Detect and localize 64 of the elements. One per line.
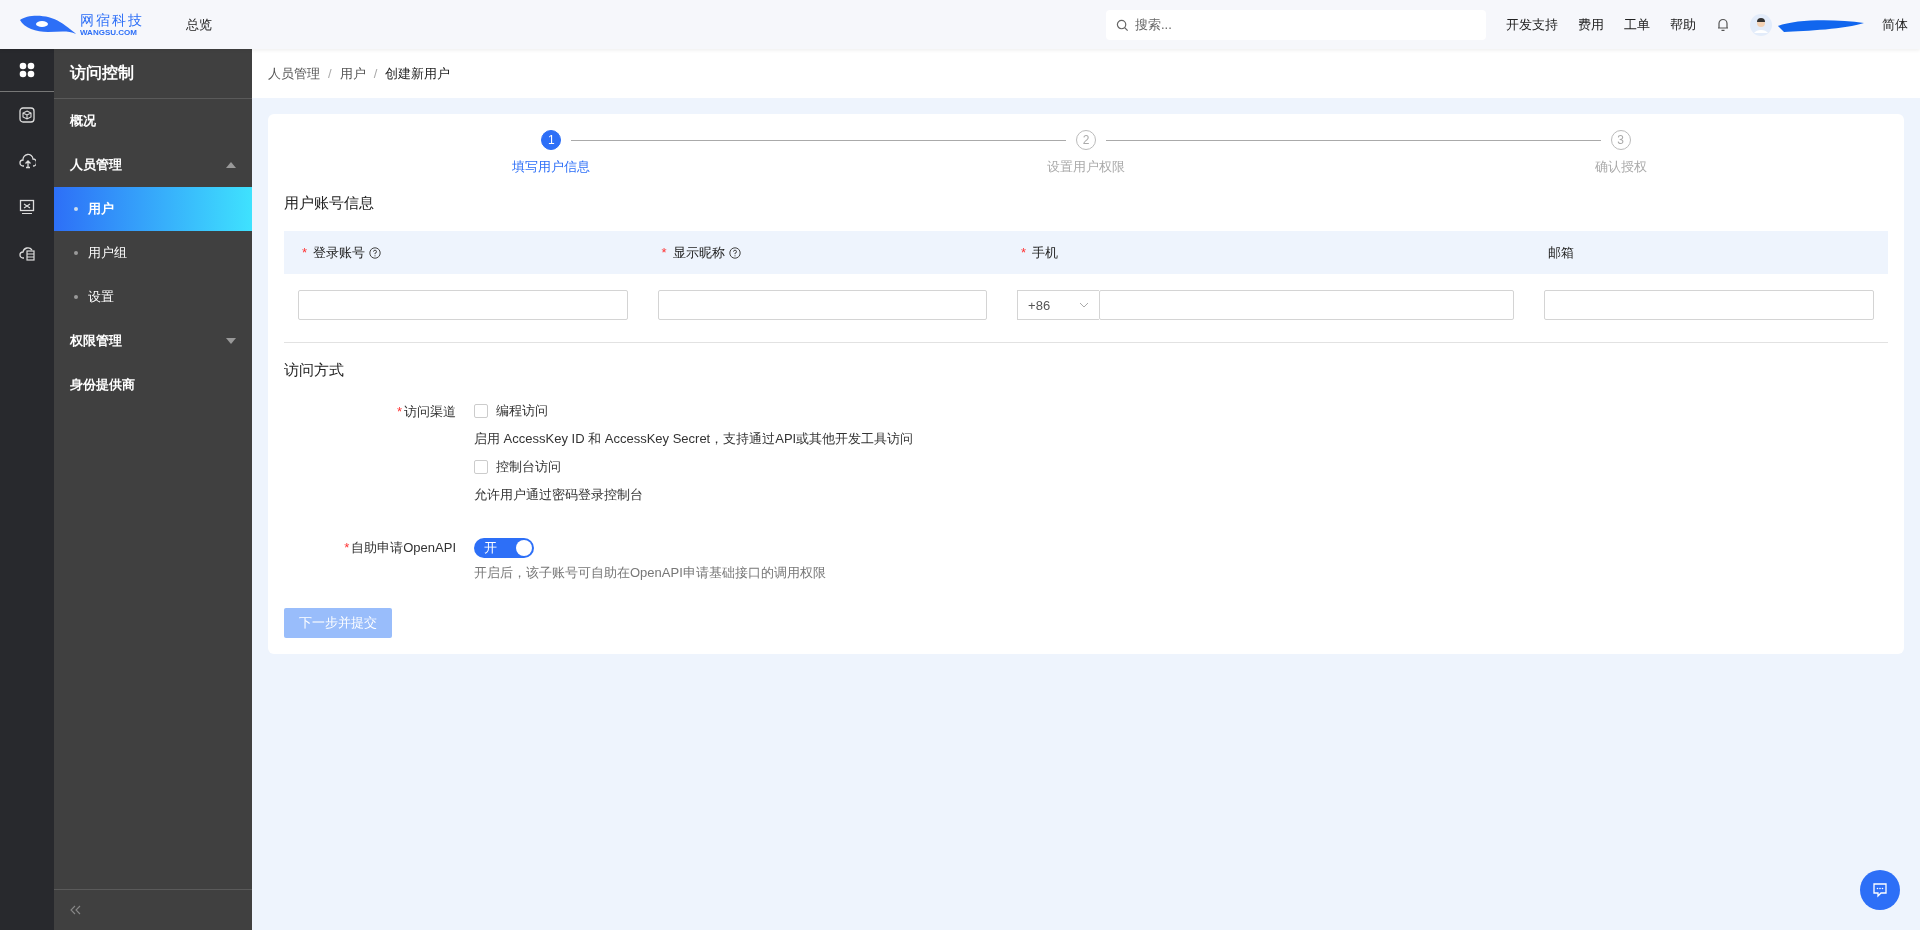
header-link[interactable]: 帮助 [1670, 15, 1696, 34]
field-label: 邮箱 [1548, 243, 1575, 262]
apps-icon [19, 62, 35, 78]
chevron-down-icon [1079, 302, 1090, 308]
search-field[interactable]: 搜索... [1106, 9, 1486, 40]
sidebar-group[interactable]: 权限管理 [54, 319, 252, 363]
required-mark: * [344, 540, 350, 555]
caret-icon [226, 162, 236, 168]
input-field[interactable] [1099, 290, 1515, 320]
section-title: 用户账号信息 [284, 194, 375, 213]
sidebar-item[interactable]: 身份提供商 [54, 363, 252, 407]
option-description: 启用 AccessKey ID 和 AccessKey Secret，支持通过API或其他开发工具访问 [474, 430, 914, 448]
logo-subtitle: WANGSU.COM [80, 28, 138, 37]
step-label: 确认授权 [1594, 158, 1647, 176]
help-icon[interactable] [728, 246, 741, 259]
nav-link[interactable]: 总览 [186, 15, 212, 34]
breadcrumb-separator: / [328, 66, 332, 81]
field-label: 自助申请OpenAPI [351, 540, 456, 555]
toggle-switch[interactable]: 开 [474, 538, 534, 558]
breadcrumb-current: 创建新用户 [385, 64, 451, 83]
avatar[interactable] [1750, 13, 1772, 36]
step-label: 填写用户信息 [512, 158, 591, 176]
input-field[interactable] [1544, 290, 1874, 320]
bell-icon[interactable] [1716, 17, 1730, 32]
breadcrumb-link[interactable]: 用户 [339, 64, 366, 83]
sidebar-group[interactable]: 人员管理 [54, 143, 252, 187]
required-mark: * [661, 245, 667, 260]
section-title: 访问方式 [284, 361, 345, 380]
checkbox[interactable]: 编程访问 [474, 402, 914, 420]
sidebar-subitem[interactable]: 设置 [54, 275, 252, 319]
collapse-icon[interactable] [70, 905, 82, 915]
search-icon [1116, 18, 1129, 32]
option-description: 允许用户通过密码登录控制台 [474, 486, 644, 504]
help-icon[interactable] [369, 246, 382, 259]
header-link[interactable]: 开发支持 [1506, 15, 1558, 34]
required-mark: * [302, 245, 308, 260]
sidebar-subitem[interactable]: 用户组 [54, 231, 252, 275]
required-mark: * [396, 404, 402, 419]
step-label: 设置用户权限 [1047, 158, 1125, 176]
sidebar-subitem[interactable]: 用户 [54, 187, 252, 231]
breadcrumb-separator: / [373, 66, 378, 81]
chat-icon [1872, 882, 1888, 898]
field-label: 登录账号 [313, 243, 366, 262]
cube-icon [19, 107, 35, 123]
field-label: 显示昵称 [672, 243, 725, 262]
language-label[interactable]: 简体 [1882, 15, 1908, 34]
logo-title: 网宿科技 [80, 12, 144, 27]
step-number: 1 [541, 130, 562, 150]
caret-icon [226, 338, 236, 344]
monitor-icon [19, 199, 35, 215]
header-link[interactable]: 费用 [1578, 15, 1604, 34]
field-label: 访问渠道 [404, 404, 456, 419]
breadcrumb-link[interactable]: 人员管理 [268, 64, 320, 83]
header-link[interactable]: 工单 [1624, 15, 1650, 34]
input-field[interactable] [657, 290, 988, 320]
field-label: 手机 [1032, 243, 1059, 262]
cloud-upload-icon [18, 153, 36, 169]
sidebar-item[interactable]: 概况 [54, 99, 252, 143]
option-description: 开启后，该子账号可自助在OpenAPI申请基础接口的调用权限 [474, 564, 826, 582]
input-field[interactable] [298, 290, 628, 320]
checkbox[interactable]: 控制台访问 [474, 458, 914, 476]
chat-button[interactable] [1860, 870, 1900, 910]
required-mark: * [1021, 245, 1027, 260]
cloud-database-icon [18, 245, 36, 261]
